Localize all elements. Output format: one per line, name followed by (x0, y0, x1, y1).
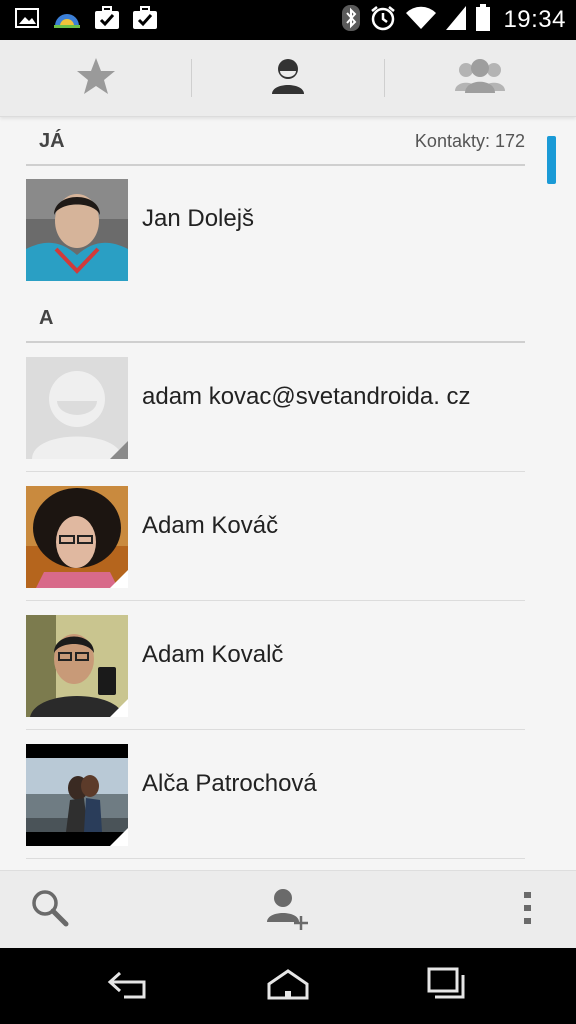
add-contact-button[interactable] (254, 871, 322, 949)
contact-list[interactable]: JÁ Kontakty: 172 Jan Dolejš A adam kovac… (0, 118, 576, 870)
section-header-a: A (26, 295, 525, 343)
overflow-menu-icon (524, 890, 532, 931)
briefcase-check-icon (94, 5, 120, 35)
briefcase-check-icon (132, 5, 158, 35)
contact-row[interactable]: Adam Kovalč (26, 601, 525, 730)
gallery-icon (14, 7, 40, 34)
person-icon (270, 57, 306, 100)
section-letter: JÁ (39, 130, 65, 152)
contact-row[interactable]: Jan Dolejš (26, 166, 525, 295)
contact-name: Adam Kovalč (142, 641, 284, 668)
back-button[interactable] (68, 948, 188, 1024)
recents-icon (427, 967, 469, 1006)
avatar (26, 486, 128, 588)
row-divider (26, 858, 525, 859)
overflow-menu-button[interactable] (504, 871, 552, 949)
avatar (26, 744, 128, 846)
star-icon (76, 57, 116, 100)
tab-contacts[interactable] (192, 40, 383, 116)
tab-favorites[interactable] (0, 40, 191, 116)
contact-name: adam kovac@svetandroida. cz (142, 383, 471, 410)
contact-row[interactable]: adam kovac@svetandroida. cz (26, 343, 525, 472)
avatar (26, 179, 128, 281)
battery-icon (475, 3, 491, 37)
weather-icon (52, 6, 82, 35)
alarm-icon (369, 4, 397, 37)
status-bar: 19:34 (0, 0, 576, 40)
back-icon (106, 969, 150, 1004)
bluetooth-icon (341, 4, 361, 37)
contact-name: Adam Kováč (142, 512, 279, 539)
tab-bar (0, 40, 576, 117)
contact-count: Kontakty: 172 (414, 131, 525, 151)
recents-button[interactable] (388, 948, 508, 1024)
home-icon (266, 968, 310, 1005)
avatar (26, 615, 128, 717)
contact-name: Alča Patrochová (142, 770, 317, 797)
navigation-bar (0, 948, 576, 1024)
signal-icon (445, 5, 467, 36)
add-contact-icon (265, 886, 311, 935)
search-icon (30, 888, 70, 933)
search-button[interactable] (18, 871, 82, 949)
scrollbar-thumb[interactable] (547, 136, 556, 184)
tab-groups[interactable] (385, 40, 576, 116)
group-icon (454, 58, 506, 99)
contact-row[interactable]: Adam Kováč (26, 472, 525, 601)
home-button[interactable] (228, 948, 348, 1024)
contact-row[interactable]: Alča Patrochová (26, 730, 525, 859)
contact-name: Jan Dolejš (142, 205, 255, 232)
clock-time: 19:34 (503, 6, 566, 33)
action-bar (0, 870, 576, 948)
section-header-me: JÁ Kontakty: 172 (26, 118, 525, 166)
section-letter: A (39, 307, 54, 329)
avatar-placeholder (26, 357, 128, 459)
wifi-icon (405, 5, 437, 36)
contacts-screen: 19:34 JÁ Kontakty: 172 Jan Dolejš A adam… (0, 0, 576, 1024)
